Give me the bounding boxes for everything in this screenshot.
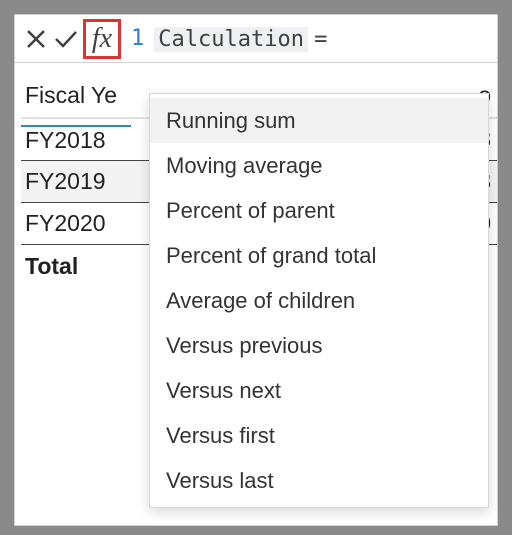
cancel-button[interactable] xyxy=(21,22,51,56)
equals-sign: = xyxy=(314,27,327,52)
column-header-fiscal-year[interactable]: Fiscal Ye xyxy=(21,82,131,109)
dropdown-item-moving-average[interactable]: Moving average xyxy=(150,143,488,188)
cell-fiscal-year: FY2019 xyxy=(21,168,131,195)
total-label: Total xyxy=(21,253,131,280)
confirm-button[interactable] xyxy=(51,22,81,56)
dropdown-item-running-sum[interactable]: Running sum xyxy=(150,98,488,143)
dropdown-item-versus-last[interactable]: Versus last xyxy=(150,458,488,503)
cell-fiscal-year: FY2020 xyxy=(21,210,131,237)
dropdown-item-average-of-children[interactable]: Average of children xyxy=(150,278,488,323)
dropdown-item-versus-previous[interactable]: Versus previous xyxy=(150,323,488,368)
formula-bar: fx 1 Calculation = xyxy=(15,15,497,63)
dropdown-item-versus-next[interactable]: Versus next xyxy=(150,368,488,413)
app-window: fx 1 Calculation = Fiscal Ye o FY2018 8 … xyxy=(14,14,498,526)
check-icon xyxy=(54,29,78,49)
cell-fiscal-year: FY2018 xyxy=(21,125,131,154)
calc-token: Calculation xyxy=(154,27,308,52)
dropdown-item-percent-of-grand-total[interactable]: Percent of grand total xyxy=(150,233,488,278)
fx-button[interactable]: fx xyxy=(83,19,121,59)
calculation-dropdown: Running sum Moving average Percent of pa… xyxy=(149,93,489,508)
formula-editor[interactable]: 1 Calculation = xyxy=(121,26,327,52)
fx-icon: fx xyxy=(92,23,112,55)
close-icon xyxy=(26,29,46,49)
line-number: 1 xyxy=(131,26,144,51)
dropdown-item-percent-of-parent[interactable]: Percent of parent xyxy=(150,188,488,233)
dropdown-item-versus-first[interactable]: Versus first xyxy=(150,413,488,458)
